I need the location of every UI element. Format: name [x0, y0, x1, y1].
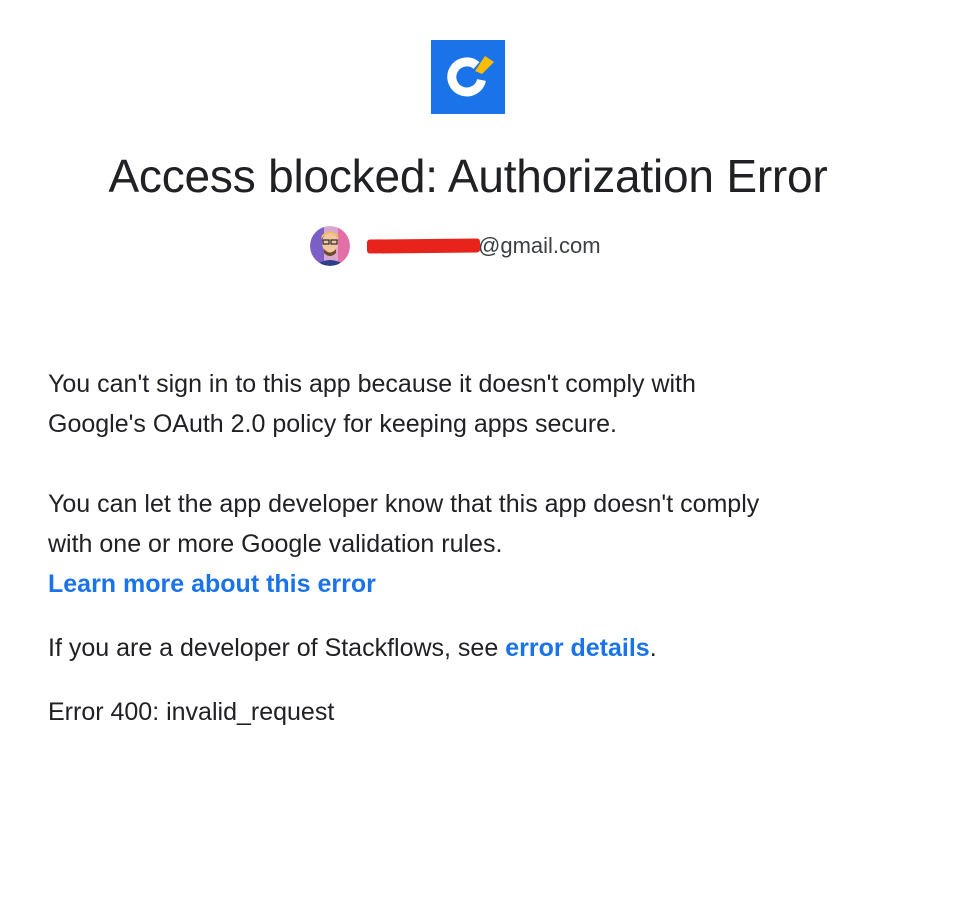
message-line-1: You can't sign in to this app because it…	[48, 370, 696, 398]
developer-details-line: If you are a developer of Stackflows, se…	[48, 628, 908, 668]
error-code: Error 400: invalid_request	[48, 698, 335, 726]
user-avatar-icon	[310, 226, 350, 266]
learn-more-link[interactable]: Learn more about this error	[48, 570, 376, 598]
message-line-3: You can let the app developer know that …	[48, 490, 760, 518]
account-chip[interactable]: xxxxxxxxxx @gmail.com	[310, 226, 601, 266]
email-local-part-redacted: xxxxxxxxxx	[366, 226, 481, 266]
developer-notice: You can let the app developer know that …	[48, 484, 908, 604]
developer-suffix: .	[649, 634, 657, 662]
policy-message: You can't sign in to this app because it…	[48, 364, 908, 444]
app-logo-icon	[431, 40, 505, 114]
message-line-2: Google's OAuth 2.0 policy for keeping ap…	[48, 410, 617, 438]
developer-prefix: If you are a developer of Stackflows, se…	[48, 634, 506, 662]
account-email: xxxxxxxxxx @gmail.com	[366, 226, 601, 266]
message-line-4: with one or more Google validation rules…	[48, 530, 503, 558]
page-title: Access blocked: Authorization Error	[108, 150, 828, 202]
redaction-mark	[366, 238, 481, 254]
email-domain: @gmail.com	[478, 233, 601, 258]
error-details-link[interactable]: error details	[505, 634, 650, 662]
